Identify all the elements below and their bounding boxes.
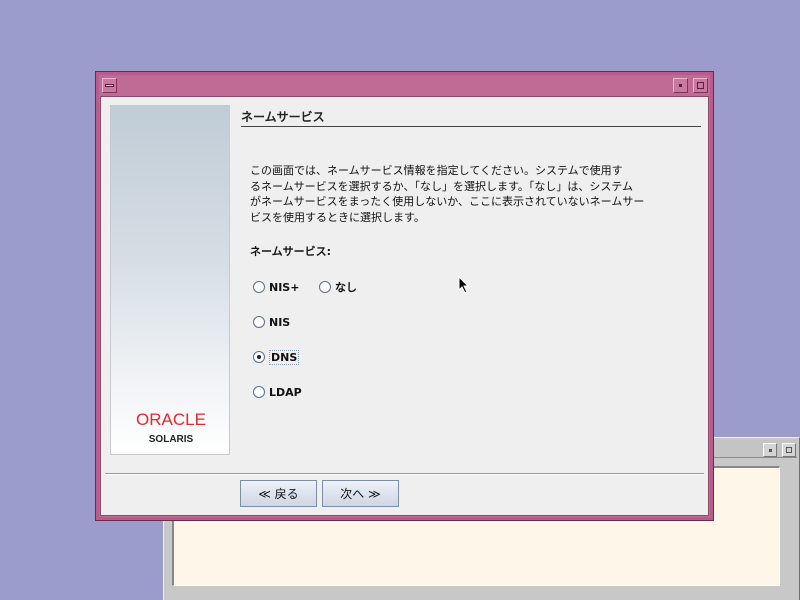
radio-circle[interactable]: [253, 281, 265, 293]
button-separator: [105, 473, 704, 475]
radio-nis-plus[interactable]: NIS+: [253, 279, 299, 295]
window-menu-icon: [105, 84, 114, 87]
oracle-logo: ORACLE: [136, 410, 206, 429]
description-line: この画面では、ネームサービス情報を指定してください。システムで使用す: [250, 164, 623, 177]
radio-ldap[interactable]: LDAP: [253, 384, 302, 400]
radio-selected-dot: [257, 355, 261, 359]
radio-nis-label[interactable]: NIS: [269, 316, 290, 329]
name-service-label: ネームサービス:: [250, 245, 332, 258]
radio-none-label[interactable]: なし: [335, 279, 357, 295]
minimize-icon: [769, 449, 772, 452]
description-line: ビスを使用するときに選択します。: [250, 210, 425, 224]
maximize-icon: [697, 82, 704, 89]
back-button[interactable]: ≪ 戻る: [240, 480, 317, 507]
radio-none[interactable]: なし: [319, 279, 357, 295]
mouse-cursor-icon: [458, 276, 470, 294]
radio-nis[interactable]: NIS: [253, 314, 290, 330]
minimize-button[interactable]: [673, 78, 688, 93]
radio-circle-selected[interactable]: [253, 351, 265, 363]
radio-circle[interactable]: [253, 316, 265, 328]
dialog-content: ORACLE SOLARIS ネームサービス この画面では、ネームサービス情報を…: [100, 96, 709, 516]
radio-circle[interactable]: [319, 281, 331, 293]
background-minimize-button[interactable]: [763, 443, 777, 457]
branding-panel: ORACLE SOLARIS: [110, 105, 230, 455]
radio-ldap-label[interactable]: LDAP: [269, 386, 302, 399]
installer-dialog: ORACLE SOLARIS ネームサービス この画面では、ネームサービス情報を…: [95, 71, 714, 521]
description-line: るネームサービスを選択するか、「なし」を選択します。「なし」は、システム: [250, 179, 634, 193]
maximize-button[interactable]: [693, 78, 708, 93]
radio-circle[interactable]: [253, 386, 265, 398]
minimize-icon: [679, 84, 682, 87]
solaris-logo: SOLARIS: [148, 434, 194, 445]
radio-dns-label[interactable]: DNS: [269, 349, 300, 365]
section-title: ネームサービス: [241, 107, 701, 127]
description-line: がネームサービスをまったく使用しないか、ここに表示されていないネームサー: [250, 195, 645, 208]
window-menu-button[interactable]: [102, 78, 117, 93]
background-maximize-button[interactable]: [782, 443, 796, 457]
next-button[interactable]: 次へ ≫: [322, 480, 399, 507]
radio-dns[interactable]: DNS: [253, 349, 300, 365]
description-text: この画面では、ネームサービス情報を指定してください。システムで使用す るネームサ…: [250, 163, 710, 225]
maximize-icon: [786, 447, 792, 453]
radio-nis-plus-label[interactable]: NIS+: [269, 281, 299, 294]
